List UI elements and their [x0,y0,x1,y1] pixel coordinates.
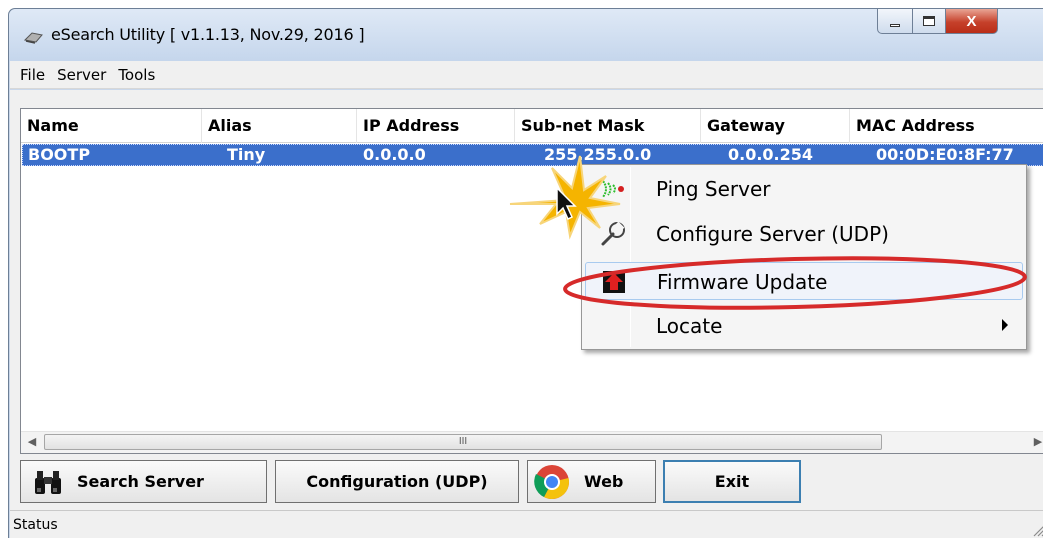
cell-gateway: 0.0.0.254 [728,145,814,164]
column-alias[interactable]: Alias [202,109,357,143]
minimize-button[interactable] [877,9,913,34]
minimize-icon [890,23,900,27]
menu-item-label: Firmware Update [657,270,828,294]
column-mac-address[interactable]: MAC Address [850,109,1043,143]
column-ip-address[interactable]: IP Address [357,109,515,143]
list-header: Name Alias IP Address Sub-net Mask Gatew… [21,109,1043,143]
cell-mac: 00:0D:E0:8F:77 [876,145,1014,164]
menu-bar: File Server Tools [10,61,1043,89]
horizontal-scrollbar[interactable]: ◀ III ▶ [21,431,1043,453]
scroll-left-icon[interactable]: ◀ [21,432,43,453]
scroll-right-icon[interactable]: ▶ [1027,432,1043,453]
menu-item-firmware-update[interactable]: Firmware Update [585,262,1023,300]
web-button[interactable]: Web [527,460,656,503]
exit-button[interactable]: Exit [663,460,801,503]
title-bar[interactable]: eSearch Utility [ v1.1.13, Nov.29, 2016 … [9,9,1043,61]
cell-ip: 0.0.0.0 [363,145,426,164]
maximize-button[interactable] [913,9,946,34]
context-menu: Ping Server Configure Server (UDP) Firmw… [581,164,1027,350]
search-server-label: Search Server [77,472,204,491]
web-label: Web [584,472,624,491]
close-icon: X [966,12,977,30]
column-subnet-mask[interactable]: Sub-net Mask [515,109,701,143]
column-gateway[interactable]: Gateway [701,109,850,143]
firmware-update-icon [603,271,625,293]
submenu-arrow-icon [1002,319,1008,331]
wrench-icon [601,221,625,246]
menu-item-label: Locate [656,314,723,338]
status-bar: Status [10,510,1043,538]
configuration-udp-button[interactable]: Configuration (UDP) [275,460,519,503]
menu-item-locate[interactable]: Locate [585,307,1023,345]
chrome-icon [534,464,569,499]
menu-item-ping-server[interactable]: Ping Server [585,170,1023,208]
cell-mask: 255.255.0.0 [544,145,652,164]
search-server-button[interactable]: Search Server [20,460,267,503]
cell-alias: Tiny [227,145,266,164]
menu-item-configure-server[interactable]: Configure Server (UDP) [585,215,1023,253]
close-button[interactable]: X [946,9,998,34]
window-title: eSearch Utility [ v1.1.13, Nov.29, 2016 … [51,25,365,44]
menu-file[interactable]: File [14,66,51,84]
menu-item-label: Ping Server [656,177,771,201]
configuration-udp-label: Configuration (UDP) [306,472,488,491]
resize-grip-icon[interactable] [1031,521,1043,537]
cell-name: BOOTP [28,145,91,164]
app-icon [23,32,43,44]
maximize-icon [923,16,935,26]
table-row[interactable]: BOOTP Tiny 0.0.0.0 255.255.0.0 0.0.0.254… [22,144,1043,166]
menu-server[interactable]: Server [51,66,112,84]
binoculars-icon [35,470,61,494]
menu-item-label: Configure Server (UDP) [656,222,889,246]
exit-label: Exit [714,472,750,491]
column-name[interactable]: Name [21,109,202,143]
status-text: Status [13,517,58,533]
ping-icon [602,180,624,198]
menu-tools[interactable]: Tools [112,66,161,84]
scroll-thumb[interactable]: III [44,434,882,450]
